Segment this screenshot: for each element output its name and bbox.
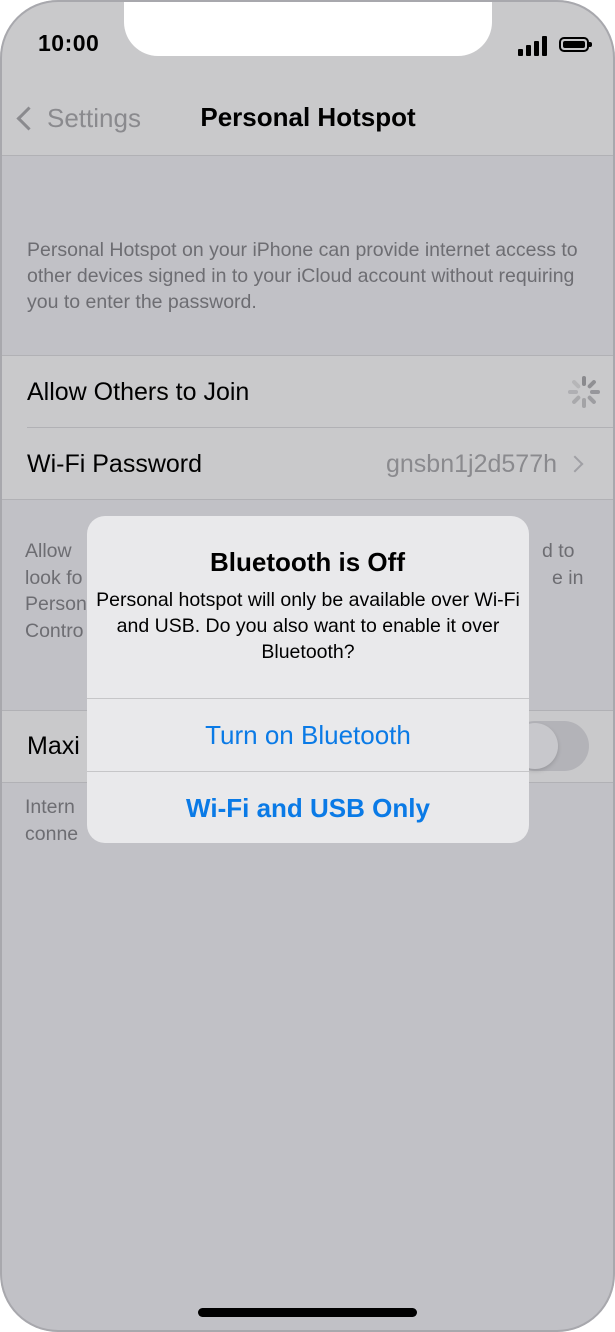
- status-time: 10:00: [38, 30, 100, 56]
- settings-group: Allow Others to Join Wi-Fi Password gnsb…: [0, 355, 615, 500]
- activity-spinner-icon: [566, 374, 602, 410]
- page-title: Personal Hotspot: [200, 102, 416, 132]
- home-indicator[interactable]: [198, 1308, 417, 1317]
- alert-message: Personal hotspot will only be available …: [96, 589, 520, 663]
- battery-icon: [559, 37, 592, 52]
- allow-others-label: Allow Others to Join: [27, 377, 250, 406]
- maximize-compatibility-label: Maxi: [27, 732, 80, 760]
- wifi-password-label: Wi-Fi Password: [27, 449, 203, 478]
- wifi-and-usb-only-button[interactable]: Wi-Fi and USB Only: [87, 772, 529, 844]
- navigation-bar: 10:00 Settings Personal Hotspot: [0, 0, 615, 156]
- alert-title: Bluetooth is Off: [210, 547, 405, 577]
- hotspot-description: Personal Hotspot on your iPhone can prov…: [27, 239, 578, 313]
- chevron-right-icon: [566, 455, 584, 473]
- cellular-signal-icon: [518, 34, 550, 56]
- wifi-password-value: gnsbn1j2d577h: [386, 449, 557, 478]
- wifi-password-row[interactable]: Wi-Fi Password gnsbn1j2d577h: [0, 428, 615, 500]
- device-notch: [124, 0, 492, 56]
- allow-others-row[interactable]: Allow Others to Join: [0, 356, 615, 428]
- turn-on-bluetooth-button[interactable]: Turn on Bluetooth: [87, 699, 529, 771]
- phone-screen: 10:00 Settings Personal Hotspot Personal…: [0, 0, 615, 1332]
